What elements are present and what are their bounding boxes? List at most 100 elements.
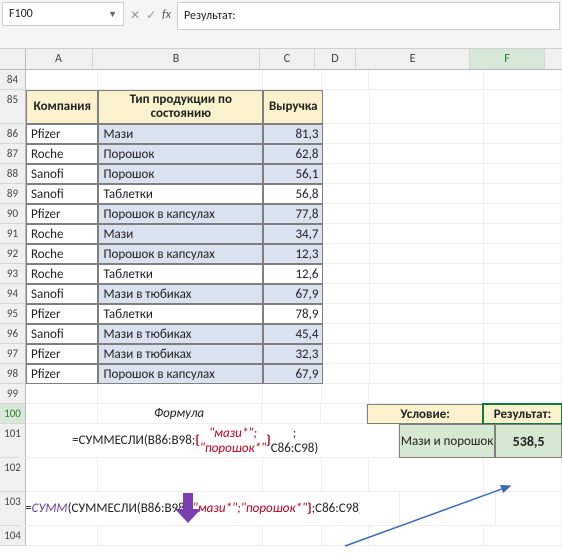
type-cell[interactable]: Таблетки — [98, 304, 263, 324]
cell[interactable] — [263, 458, 323, 492]
cell[interactable] — [370, 284, 484, 304]
revenue-cell[interactable]: 56,8 — [263, 184, 323, 204]
col-D[interactable]: D — [315, 49, 356, 69]
cell[interactable] — [484, 204, 562, 224]
company-cell[interactable]: Pfizer — [26, 304, 98, 324]
cell[interactable] — [323, 364, 369, 384]
condition-header[interactable]: Условие: — [367, 404, 483, 424]
row-header[interactable]: 90 — [0, 204, 26, 224]
cell[interactable] — [484, 264, 562, 284]
company-cell[interactable]: Roche — [26, 264, 98, 284]
col-E[interactable]: E — [356, 49, 470, 69]
cell[interactable] — [321, 404, 367, 424]
row-header[interactable]: 89 — [0, 184, 26, 204]
cell[interactable] — [263, 526, 323, 546]
type-cell[interactable]: Мази — [98, 224, 263, 244]
row-header[interactable]: 95 — [0, 304, 26, 324]
row-header[interactable]: 85 — [0, 90, 26, 124]
row-header[interactable]: 102 — [0, 458, 26, 492]
company-cell[interactable]: Sanofi — [26, 184, 98, 204]
revenue-cell[interactable]: 32,3 — [263, 344, 323, 364]
company-cell[interactable]: Sanofi — [26, 324, 98, 344]
cell[interactable] — [323, 244, 369, 264]
revenue-cell[interactable]: 77,8 — [263, 204, 323, 224]
cell[interactable] — [98, 458, 263, 492]
formula-input[interactable]: Результат: — [177, 2, 560, 30]
type-cell[interactable]: Порошок в капсулах — [98, 364, 263, 384]
cell[interactable] — [322, 526, 369, 546]
column-headers[interactable]: A B C D E F — [25, 49, 562, 70]
cell[interactable] — [484, 70, 562, 90]
row-header[interactable]: 92 — [0, 244, 26, 264]
company-cell[interactable]: Pfizer — [26, 204, 98, 224]
cell[interactable] — [400, 492, 496, 526]
type-cell[interactable]: Мази в тюбиках — [98, 344, 263, 364]
type-cell[interactable]: Порошок в капсулах — [98, 204, 263, 224]
cell[interactable] — [370, 324, 484, 344]
cell[interactable] — [322, 458, 369, 492]
type-cell[interactable]: Порошок в капсулах — [98, 244, 263, 264]
row-header[interactable]: 86 — [0, 124, 26, 144]
row-header[interactable]: 99 — [0, 384, 26, 404]
cell[interactable] — [370, 344, 484, 364]
cell[interactable] — [360, 492, 400, 526]
cell[interactable] — [370, 244, 484, 264]
table-header[interactable]: Тип продукции по состоянию — [98, 90, 263, 124]
table-header[interactable]: Выручка — [263, 90, 323, 124]
result-header[interactable]: Результат: — [483, 404, 562, 424]
type-cell[interactable]: Порошок — [98, 144, 263, 164]
col-F[interactable]: F — [470, 49, 545, 69]
row-header[interactable]: 87 — [0, 144, 26, 164]
revenue-cell[interactable]: 67,9 — [263, 364, 323, 384]
company-cell[interactable]: Pfizer — [26, 124, 98, 144]
type-cell[interactable]: Мази в тюбиках — [98, 324, 263, 344]
company-cell[interactable]: Roche — [26, 144, 98, 164]
type-cell[interactable]: Мази в тюбиках — [98, 284, 263, 304]
cell[interactable] — [484, 304, 562, 324]
select-all-corner[interactable] — [0, 49, 26, 70]
cell[interactable] — [262, 404, 321, 424]
cell[interactable] — [323, 164, 369, 184]
cell[interactable] — [323, 144, 369, 164]
col-B[interactable]: B — [93, 49, 260, 69]
cell[interactable] — [98, 526, 263, 546]
col-C[interactable]: C — [260, 49, 315, 69]
cell[interactable] — [323, 304, 369, 324]
row-header[interactable]: 91 — [0, 224, 26, 244]
accept-icon[interactable]: ✓ — [146, 8, 156, 23]
cell[interactable] — [26, 526, 98, 546]
cell[interactable] — [98, 384, 263, 404]
cell[interactable] — [323, 344, 369, 364]
cell[interactable] — [484, 144, 562, 164]
type-cell[interactable]: Порошок — [98, 164, 263, 184]
cell[interactable] — [369, 458, 484, 492]
cell[interactable] — [323, 184, 369, 204]
cell[interactable] — [369, 526, 484, 546]
table-header[interactable]: Компания — [26, 90, 98, 124]
condition-value[interactable]: Мази и порошок — [399, 424, 496, 458]
cell[interactable] — [98, 70, 263, 90]
cell[interactable] — [484, 384, 562, 404]
cell[interactable] — [370, 224, 484, 244]
type-cell[interactable]: Таблетки — [98, 264, 263, 284]
cell[interactable] — [484, 458, 562, 492]
cell[interactable] — [496, 492, 562, 526]
revenue-cell[interactable]: 12,3 — [263, 244, 323, 264]
cell[interactable] — [370, 124, 484, 144]
cell[interactable] — [370, 90, 484, 124]
cell[interactable] — [370, 204, 484, 224]
cell[interactable] — [359, 424, 399, 458]
revenue-cell[interactable]: 81,3 — [263, 124, 323, 144]
cell[interactable] — [323, 224, 369, 244]
revenue-cell[interactable]: 12,6 — [263, 264, 323, 284]
revenue-cell[interactable]: 45,4 — [263, 324, 323, 344]
row-header[interactable]: 100 — [0, 404, 26, 424]
cell[interactable] — [323, 204, 369, 224]
company-cell[interactable]: Roche — [26, 224, 98, 244]
type-cell[interactable]: Таблетки — [98, 184, 263, 204]
cell[interactable] — [263, 70, 323, 90]
cell[interactable] — [263, 384, 323, 404]
cell[interactable] — [323, 324, 369, 344]
revenue-cell[interactable]: 78,9 — [263, 304, 323, 324]
col-A[interactable]: A — [25, 49, 93, 69]
